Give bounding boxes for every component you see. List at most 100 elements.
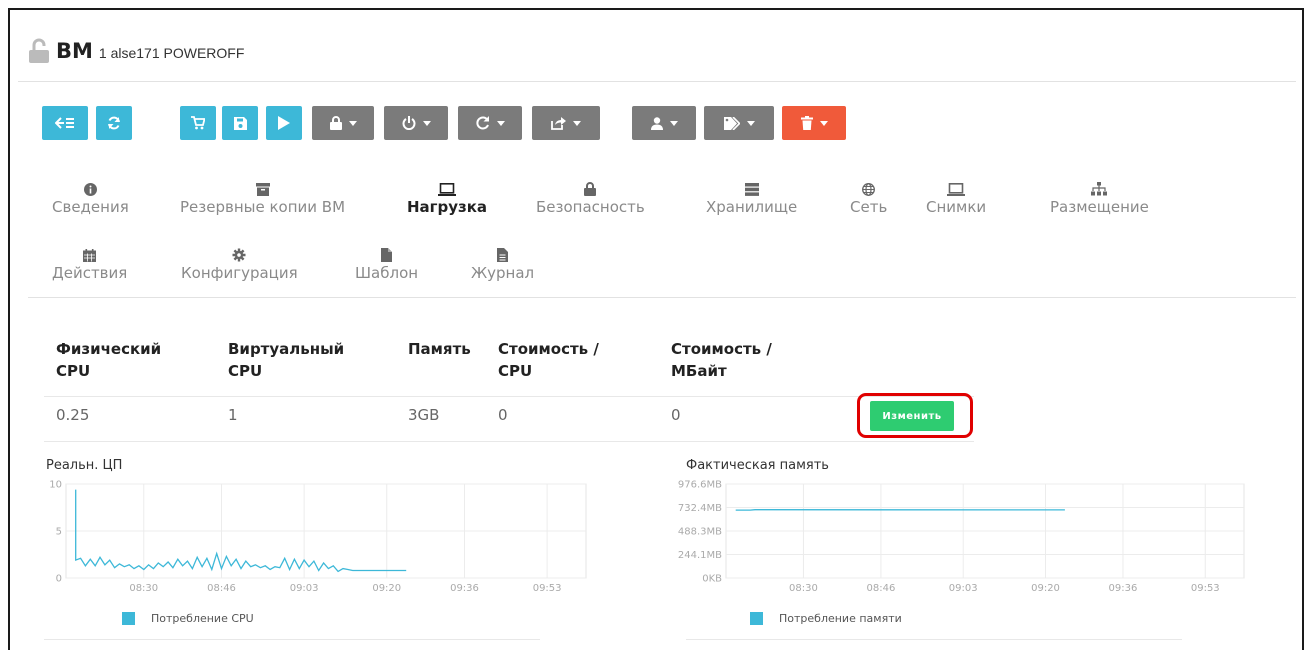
divider <box>18 81 1296 82</box>
cpu-chart-title: Реальн. ЦП <box>46 458 123 473</box>
x-tick-label: 08:46 <box>207 583 236 594</box>
x-tick-label: 09:53 <box>533 583 562 594</box>
y-tick-label: 5 <box>56 527 62 538</box>
y-tick-label: 0KB <box>702 574 722 585</box>
tab-actions[interactable]: Действия <box>52 248 127 282</box>
cell-physical-cpu: 0.25 <box>56 406 90 424</box>
deploy-button[interactable] <box>180 106 216 140</box>
migrate-dropdown-button[interactable] <box>532 106 600 140</box>
tab-info[interactable]: Сведения <box>52 182 129 216</box>
y-tick-label: 976.6MB <box>678 480 722 491</box>
owner-dropdown-button[interactable] <box>632 106 696 140</box>
delete-dropdown-button[interactable] <box>782 106 846 140</box>
memory-chart-legend: Потребление памяти <box>750 612 902 625</box>
legend-swatch <box>122 612 135 625</box>
x-tick-label: 08:30 <box>789 583 818 594</box>
cpu-chart: 08:30 08:46 09:03 09:20 09:36 09:53 0 5 10 <box>49 480 587 594</box>
tab-security[interactable]: Безопасность <box>536 182 645 216</box>
y-tick-label: 732.4MB <box>678 503 722 514</box>
tab-label: Журнал <box>471 264 535 282</box>
divider <box>686 639 1182 640</box>
x-tick-label: 09:36 <box>450 583 479 594</box>
cpu-chart-legend: Потребление CPU <box>122 612 254 625</box>
column-header-virtual-cpu: Виртуальный CPU <box>228 340 345 380</box>
table-divider <box>44 396 974 397</box>
column-header-cost-mb: Стоимость / МБайт <box>671 340 772 380</box>
tab-log[interactable]: Журнал <box>471 248 534 282</box>
cell-cost-cpu: 0 <box>498 406 508 424</box>
column-header-physical-cpu: Физический CPU <box>56 340 162 380</box>
chevron-down-icon <box>746 120 755 126</box>
play-icon <box>278 116 290 130</box>
storage-icon <box>744 182 759 196</box>
column-header-cost-cpu: Стоимость / CPU <box>498 340 599 380</box>
divider <box>44 639 540 640</box>
save-button[interactable] <box>222 106 258 140</box>
tab-placement[interactable]: Размещение <box>1050 182 1149 216</box>
refresh-button[interactable] <box>96 106 132 140</box>
chevron-down-icon <box>669 120 678 126</box>
chevron-down-icon <box>573 120 581 126</box>
tab-template[interactable]: Шаблон <box>355 248 418 282</box>
x-tick-label: 09:03 <box>290 583 319 594</box>
tab-label: Нагрузка <box>407 198 488 216</box>
x-tick-label: 09:53 <box>1191 583 1220 594</box>
cell-cost-mb: 0 <box>671 406 681 424</box>
y-tick-label: 244.1MB <box>678 550 722 561</box>
gear-icon <box>232 248 246 262</box>
page-title: ВМ <box>56 39 93 63</box>
tab-capacity[interactable]: Нагрузка <box>407 182 487 216</box>
highlight-outline <box>857 393 973 438</box>
legend-label: Потребление CPU <box>151 612 254 625</box>
legend-label: Потребление памяти <box>779 612 902 625</box>
tab-label: Действия <box>52 264 128 282</box>
back-list-icon <box>55 117 74 129</box>
tab-label: Сведения <box>52 198 129 216</box>
memory-chart: 08:30 08:46 09:03 09:20 09:36 09:53 0KB 244.1MB… <box>678 480 1245 594</box>
x-tick-label: 09:36 <box>1109 583 1138 594</box>
cart-icon <box>191 116 205 130</box>
tab-label: Резервные копии ВМ <box>180 198 346 216</box>
vm-id-name-state: 1 alse171 POWEROFF <box>98 45 245 61</box>
chevron-down-icon <box>348 120 357 126</box>
tab-label: Хранилище <box>706 198 798 216</box>
lock-icon <box>329 116 342 130</box>
calendar-icon <box>83 248 97 262</box>
tag-icon <box>723 116 740 130</box>
tab-snapshots[interactable]: Снимки <box>926 182 986 216</box>
tab-network[interactable]: Сеть <box>850 182 887 216</box>
laptop-icon <box>438 182 457 196</box>
table-divider <box>44 441 974 442</box>
reboot-dropdown-button[interactable] <box>458 106 522 140</box>
sitemap-icon <box>1091 182 1108 196</box>
tab-label: Шаблон <box>355 264 419 282</box>
archive-icon <box>255 182 270 196</box>
file-icon <box>381 248 393 262</box>
x-tick-label: 09:20 <box>372 583 401 594</box>
labels-dropdown-button[interactable] <box>704 106 774 140</box>
tab-backups[interactable]: Резервные копии ВМ <box>180 182 345 216</box>
tab-label: Конфигурация <box>181 264 298 282</box>
unlock-icon <box>29 38 49 63</box>
lock-icon <box>584 182 597 196</box>
column-header-memory: Память <box>408 340 471 358</box>
y-tick-label: 10 <box>49 480 62 491</box>
chevron-down-icon <box>496 120 505 126</box>
tab-label: Сеть <box>850 198 888 216</box>
play-button[interactable] <box>266 106 302 140</box>
power-dropdown-button[interactable] <box>384 106 448 140</box>
tab-storage[interactable]: Хранилище <box>706 182 797 216</box>
x-tick-label: 08:30 <box>129 583 158 594</box>
lock-dropdown-button[interactable] <box>312 106 374 140</box>
globe-icon <box>862 182 876 196</box>
power-icon <box>402 116 415 130</box>
cell-memory: 3GB <box>408 406 440 424</box>
vm-header: ВМ 1 alse171 POWEROFF <box>28 30 244 64</box>
x-tick-label: 09:03 <box>949 583 978 594</box>
y-tick-label: 488.3MB <box>678 527 722 538</box>
legend-swatch <box>750 612 763 625</box>
tab-configuration[interactable]: Конфигурация <box>181 248 298 282</box>
share-icon <box>551 117 566 130</box>
tab-label: Безопасность <box>536 198 645 216</box>
back-to-list-button[interactable] <box>42 106 88 140</box>
